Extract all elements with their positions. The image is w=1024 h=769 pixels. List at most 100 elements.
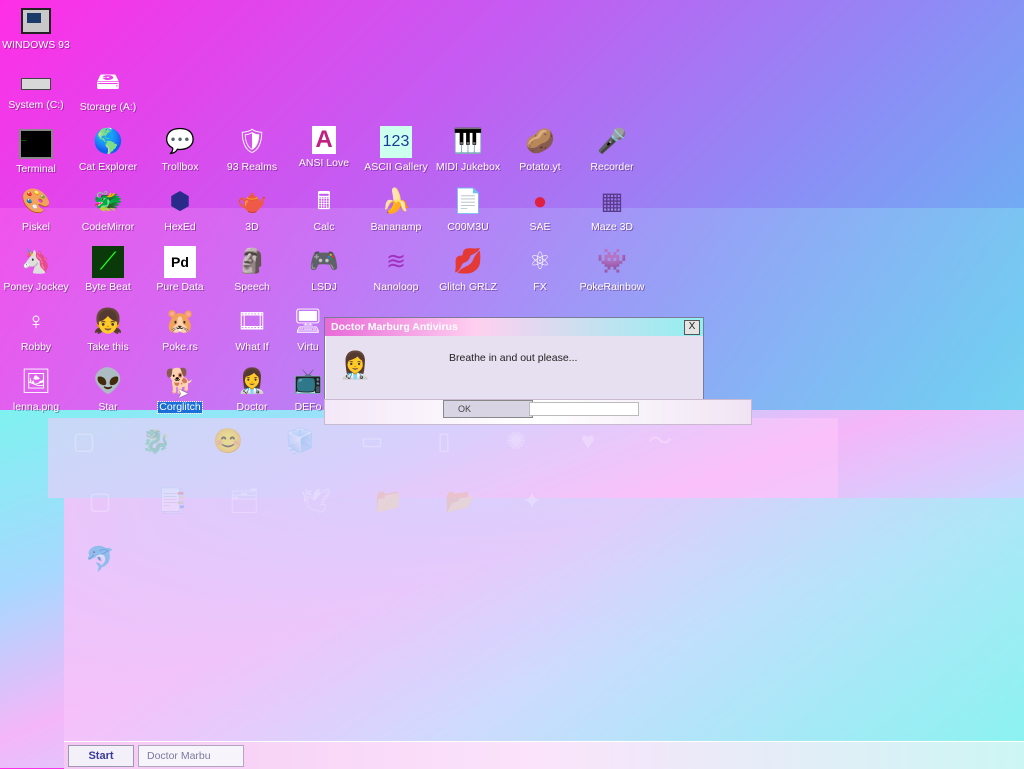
desktop-icon-byte-beat[interactable]: ⟋ Byte Beat [72, 246, 144, 293]
floppy-drive-icon: 🖴 [95, 68, 121, 95]
desktop-icon-c00m3u[interactable]: 📄 C00M3U [432, 186, 504, 233]
taskbar: Start Doctor Marbu [64, 741, 1024, 769]
mouse-cursor-icon: ➤ [177, 385, 189, 401]
dolphin-icon: 🐬 [85, 546, 115, 573]
ghost-icon: 🐬 [64, 544, 136, 580]
desktop-icon-ansi-love[interactable]: A ANSI Love [288, 126, 360, 169]
desktop-icon-3d[interactable]: 🫖 3D [216, 186, 288, 233]
desktop-icon-potato[interactable]: 🥔 Potato.yt [504, 126, 576, 173]
drive-icon [21, 78, 51, 90]
desktop-icon-windows93[interactable]: WINDOWS 93 [0, 4, 72, 51]
calculator-icon: 🖩 [316, 188, 332, 215]
desktop-icon-midi-jukebox[interactable]: 🎹 MIDI Jukebox [432, 126, 504, 173]
piano-icon: 🎹 [453, 128, 483, 155]
desktop-icon-poke-rs[interactable]: 🐹 Poke.rs [144, 306, 216, 353]
desktop-icon-maze-3d[interactable]: ▦ Maze 3D [576, 186, 648, 233]
gear-icon: ✺ [505, 428, 527, 455]
document-icon: 📑 [157, 488, 187, 515]
ghost-icon: ✦ [496, 486, 568, 522]
desktop-icon-93-realms[interactable]: 🛡 93 Realms [216, 126, 288, 173]
smiley-icon: 😊 [213, 428, 243, 455]
antivirus-dialog: Doctor Marburg Antivirus X 👩‍⚕️ Breathe … [324, 317, 704, 403]
folder-icon: 🗂 [228, 488, 260, 515]
pixel-girl-icon: 👧 [93, 308, 123, 335]
desktop-icon-virtu[interactable]: 🖥 Virtu [288, 306, 328, 353]
desktop-icon-cat-explorer[interactable]: 🌎 Cat Explorer [72, 126, 144, 173]
code-icon: 🐲 [93, 188, 123, 215]
knight-icon: 🛡 [236, 128, 268, 155]
microphone-icon: 🎤 [597, 128, 627, 155]
ghost-icon: ▢ [64, 486, 136, 522]
desktop-icon-terminal[interactable]: _ Terminal [0, 126, 72, 175]
ghost-icon: 📁 [352, 486, 424, 522]
battery-icon: ▯ [437, 428, 451, 455]
bird-icon: 🕊 [300, 488, 332, 515]
desktop-icon-take-this[interactable]: 👧 Take this [72, 306, 144, 353]
desktop-icon-piskel[interactable]: 🎨 Piskel [0, 186, 72, 233]
desktop-icon-robby[interactable]: ♀ Robby [0, 306, 72, 353]
ok-button[interactable]: OK [443, 400, 533, 418]
terminal-icon: _ [19, 129, 53, 159]
blank-icon: ▢ [88, 488, 112, 515]
desktop-icon-fx[interactable]: ⚛ FX [504, 246, 576, 293]
desktop-icon-lsdj[interactable]: 🎮 LSDJ [288, 246, 360, 293]
film-icon: 🎞 [236, 308, 268, 335]
pd-icon: Pd [164, 246, 196, 278]
desktop-icon-nanoloop[interactable]: ≋ Nanoloop [360, 246, 432, 293]
desktop-icon-bananamp[interactable]: 🍌 Bananamp [360, 186, 432, 233]
desktop-icon-poney-jockey[interactable]: 🦄 Poney Jockey [0, 246, 72, 293]
desktop-icon-sae[interactable]: ● SAE [504, 186, 576, 233]
virtual-icon: 🖥 [292, 308, 324, 335]
lips-icon: 💋 [453, 248, 483, 275]
gameboy-icon: 🎮 [309, 248, 339, 275]
face-icon: 🗿 [237, 248, 267, 275]
pony-icon: 🦄 [21, 248, 51, 275]
close-button[interactable]: X [684, 320, 700, 335]
ghost-icon: 🐉 [120, 426, 192, 462]
desktop-icon-defo[interactable]: 📺 DEFo [288, 366, 328, 413]
desktop-icon-ascii-gallery[interactable]: 123 ASCII Gallery [360, 126, 432, 173]
desktop-icon-speech[interactable]: 🗿 Speech [216, 246, 288, 293]
desktop-icon-lenna[interactable]: 🖼 lenna.png [0, 366, 72, 413]
folder-icon: 📁 [373, 488, 403, 515]
desktop-icon-pure-data[interactable]: Pd Pure Data [144, 246, 216, 293]
atom-icon: ⚛ [529, 248, 551, 275]
ghost-icon: 🕊 [280, 486, 352, 522]
ghost-icon: ▭ [336, 426, 408, 462]
cube-icon: 🧊 [285, 428, 315, 455]
brush-icon: 〜 [648, 428, 672, 455]
taskbar-item-doctor-marburg[interactable]: Doctor Marbu [138, 745, 244, 767]
ghost-icon: 📑 [136, 486, 208, 522]
desktop-icon-codemirror[interactable]: 🐲 CodeMirror [72, 186, 144, 233]
maze-icon: ▦ [600, 188, 624, 215]
ghost-icon: 🧊 [264, 426, 336, 462]
desktop-icon-trollbox[interactable]: 💬 Trollbox [144, 126, 216, 173]
desktop-icon-storage-a[interactable]: 🖴 Storage (A:) [72, 66, 144, 113]
desktop-icon-pokerainbow[interactable]: 👾 PokeRainbow [576, 246, 648, 293]
doctor-icon: 👩‍⚕️ [237, 368, 267, 395]
desktop-icon-system-c[interactable]: System (C:) [0, 66, 72, 111]
desktop-icon-glitch-grlz[interactable]: 💋 Glitch GRLZ [432, 246, 504, 293]
dialog-message: Breathe in and out please... [449, 352, 578, 364]
start-button[interactable]: Start [68, 745, 134, 767]
start-label: Start [88, 750, 114, 762]
palette-icon: 🎨 [21, 188, 51, 215]
desktop-icon-recorder[interactable]: 🎤 Recorder [576, 126, 648, 173]
teapot-icon: 🫖 [237, 188, 267, 215]
cube-icon: ⬢ [169, 188, 191, 215]
waveform-icon: ⟋ [92, 246, 124, 278]
stickman-icon: ♀ [27, 308, 45, 335]
doctor-icon: 👩‍⚕️ [339, 350, 372, 380]
desktop-icon-calc[interactable]: 🖩 Calc [288, 186, 360, 233]
desktop-icon-hexed[interactable]: ⬢ HexEd [144, 186, 216, 233]
image-icon: 🖼 [20, 368, 52, 395]
desktop-icon-doctor[interactable]: 👩‍⚕️ Doctor [216, 366, 288, 413]
nanoloop-icon: ≋ [385, 248, 407, 275]
desktop-icon-star[interactable]: 👽 Star [72, 366, 144, 413]
dialog-title[interactable]: Doctor Marburg Antivirus [325, 318, 703, 336]
ghost-icon: 😊 [192, 426, 264, 462]
blank-icon: ▢ [72, 428, 96, 455]
desktop-icon-what-if[interactable]: 🎞 What If [216, 306, 288, 353]
heart-icon: ♥ [580, 428, 596, 455]
letter-a-icon: A [312, 126, 336, 154]
